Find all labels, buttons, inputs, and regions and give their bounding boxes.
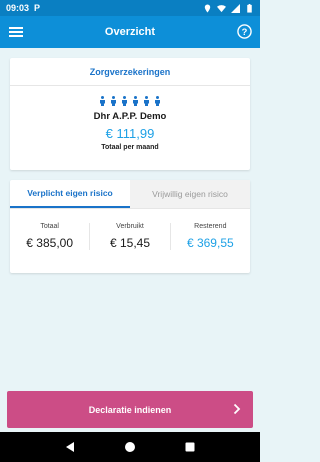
tab-mandatory-deductible[interactable]: Verplicht eigen risico bbox=[10, 180, 130, 208]
monthly-amount-label: Totaal per maand bbox=[101, 144, 159, 151]
person-icon bbox=[144, 96, 149, 106]
insured-persons bbox=[10, 96, 250, 106]
submit-claim-label: Declaratie indienen bbox=[88, 404, 172, 415]
stat-used: Verbruikt € 15,45 bbox=[89, 223, 169, 250]
help-icon[interactable]: ? bbox=[237, 24, 252, 39]
deductible-stats: Totaal € 385,00 Verbruikt € 15,45 Rester… bbox=[10, 209, 250, 250]
monthly-amount: € 111,99 bbox=[105, 126, 155, 141]
stat-remaining: Resterend € 369,55 bbox=[169, 223, 250, 250]
location-icon bbox=[204, 3, 211, 13]
svg-text:?: ? bbox=[242, 27, 248, 37]
stat-value: € 15,45 bbox=[109, 236, 151, 250]
person-icon bbox=[155, 96, 160, 106]
stat-label: Totaal bbox=[40, 223, 59, 230]
deductible-tabs: Verplicht eigen risico Vrijwillig eigen … bbox=[10, 180, 250, 209]
system-nav-bar bbox=[0, 432, 260, 462]
insurance-card-header: Zorgverzekeringen bbox=[10, 58, 250, 86]
submit-claim-button[interactable]: Declaratie indienen bbox=[7, 391, 253, 428]
battery-icon bbox=[247, 3, 252, 13]
signal-icon bbox=[231, 3, 240, 13]
menu-icon[interactable] bbox=[9, 25, 23, 39]
stat-value: € 385,00 bbox=[26, 236, 74, 250]
stat-label: Verbruikt bbox=[116, 223, 144, 230]
chevron-right-icon bbox=[233, 403, 241, 415]
page-title: Overzicht bbox=[104, 26, 156, 38]
home-icon[interactable] bbox=[124, 441, 136, 453]
deductible-card: Verplicht eigen risico Vrijwillig eigen … bbox=[10, 180, 250, 273]
tab-voluntary-deductible[interactable]: Vrijwillig eigen risico bbox=[130, 180, 250, 208]
recents-icon[interactable] bbox=[184, 441, 196, 453]
parking-notification-icon: P bbox=[34, 3, 41, 13]
wifi-icon bbox=[217, 4, 226, 12]
person-icon bbox=[111, 96, 116, 106]
person-icon bbox=[122, 96, 127, 106]
back-icon[interactable] bbox=[64, 441, 76, 453]
person-icon bbox=[133, 96, 138, 106]
insurance-card[interactable]: Zorgverzekeringen Dhr A.P.P. Demo € 111,… bbox=[10, 58, 250, 170]
insured-name: Dhr A.P.P. Demo bbox=[93, 111, 167, 122]
status-bar: 09:03 P bbox=[0, 0, 260, 16]
app-bar: Overzicht ? bbox=[0, 16, 260, 48]
stat-label: Resterend bbox=[194, 223, 227, 230]
stat-value: € 369,55 bbox=[186, 236, 234, 250]
person-icon bbox=[100, 96, 105, 106]
status-time: 09:03 bbox=[6, 3, 30, 13]
stat-total: Totaal € 385,00 bbox=[10, 223, 89, 250]
